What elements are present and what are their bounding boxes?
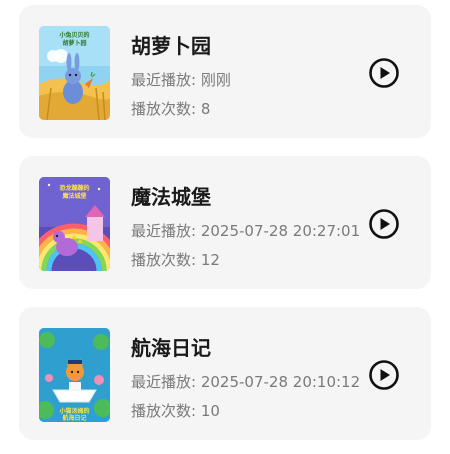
- svg-text:小猫汤姆的: 小猫汤姆的: [58, 407, 89, 415]
- play-button[interactable]: [368, 359, 400, 391]
- play-circle-icon: [369, 209, 399, 239]
- last-played-text: 最近播放: 2025-07-28 20:10:12: [131, 373, 361, 391]
- play-count-text: 播放次数: 8: [131, 100, 211, 118]
- last-played-text: 最近播放: 刚刚: [131, 71, 231, 89]
- story-card[interactable]: 小兔贝贝的 胡萝卜园 胡萝卜园 最近播放: 刚刚 播放次数: 8: [19, 5, 431, 138]
- story-list: 小兔贝贝的 胡萝卜园 胡萝卜园 最近播放: 刚刚 播放次数: 8 恐龙蹦蹦的 魔…: [0, 0, 450, 454]
- play-button[interactable]: [368, 57, 400, 89]
- play-button[interactable]: [368, 208, 400, 240]
- svg-text:魔法城堡: 魔法城堡: [61, 192, 86, 200]
- play-count-text: 播放次数: 12: [131, 251, 220, 269]
- story-title: 魔法城堡: [131, 185, 211, 209]
- story-cover-image: 小兔贝贝的 胡萝卜园: [39, 26, 110, 120]
- story-title: 胡萝卜园: [131, 34, 211, 58]
- story-card[interactable]: 恐龙蹦蹦的 魔法城堡 魔法城堡 最近播放: 2025-07-28 20:27:0…: [19, 156, 431, 289]
- last-played-text: 最近播放: 2025-07-28 20:27:01: [131, 222, 361, 240]
- svg-text:恐龙蹦蹦的: 恐龙蹦蹦的: [59, 184, 89, 192]
- play-circle-icon: [369, 58, 399, 88]
- svg-text:小兔贝贝的: 小兔贝贝的: [58, 31, 89, 39]
- story-cover-image: 小猫汤姆的 航海日记: [39, 328, 110, 422]
- play-circle-icon: [369, 360, 399, 390]
- svg-text:胡萝卜园: 胡萝卜园: [62, 39, 86, 47]
- story-cover-image: 恐龙蹦蹦的 魔法城堡: [39, 177, 110, 271]
- story-title: 航海日记: [131, 336, 211, 360]
- story-card[interactable]: 小猫汤姆的 航海日记 航海日记 最近播放: 2025-07-28 20:10:1…: [19, 307, 431, 440]
- svg-text:航海日记: 航海日记: [62, 414, 86, 422]
- play-count-text: 播放次数: 10: [131, 402, 220, 420]
